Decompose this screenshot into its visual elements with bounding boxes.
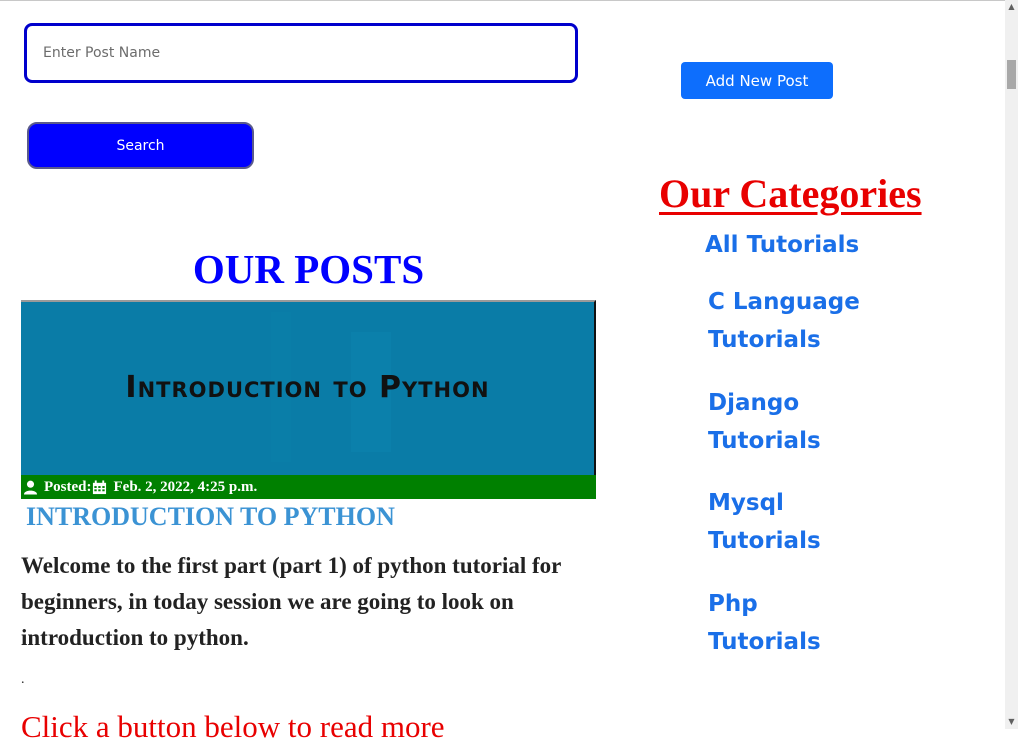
scroll-down-arrow-icon[interactable]: ▼ [1005, 715, 1018, 729]
post-title-link[interactable]: INTRODUCTION TO PYTHON [26, 500, 395, 534]
scrollbar-thumb[interactable] [1007, 60, 1016, 89]
post-excerpt: Welcome to the first part (part 1) of py… [21, 553, 561, 650]
categories-heading: Our Categories [659, 171, 922, 216]
vertical-scrollbar[interactable]: ▲ ▼ [1005, 0, 1018, 729]
posts-heading: OUR POSTS [192, 246, 425, 292]
user-icon [23, 480, 38, 495]
category-link-c-language[interactable]: C Language Tutorials [708, 283, 878, 359]
search-input[interactable] [24, 23, 578, 83]
post-date: Feb. 2, 2022, 4:25 p.m. [113, 478, 258, 495]
category-link-django[interactable]: Django Tutorials [708, 384, 878, 460]
add-new-post-button[interactable]: Add New Post [681, 62, 833, 99]
scroll-up-arrow-icon[interactable]: ▲ [1005, 0, 1018, 14]
excerpt-separator: . [21, 672, 25, 687]
read-more-text: Click a button below to read more [21, 709, 445, 744]
category-link-php[interactable]: Php Tutorials [708, 585, 878, 661]
post-thumbnail-image[interactable]: Introduction to Python [21, 300, 596, 475]
calendar-icon [92, 479, 106, 494]
window-top-border [0, 0, 1005, 1]
thumbnail-caption: Introduction to Python [125, 370, 490, 405]
search-button[interactable]: Search [27, 122, 254, 169]
posted-label: Posted: [44, 478, 92, 495]
post-meta-bar: Posted: Feb. 2, 2022, 4:25 p.m. [21, 475, 596, 499]
category-link-mysql[interactable]: Mysql Tutorials [708, 484, 878, 560]
category-link-all-tutorials[interactable]: All Tutorials [705, 226, 875, 264]
